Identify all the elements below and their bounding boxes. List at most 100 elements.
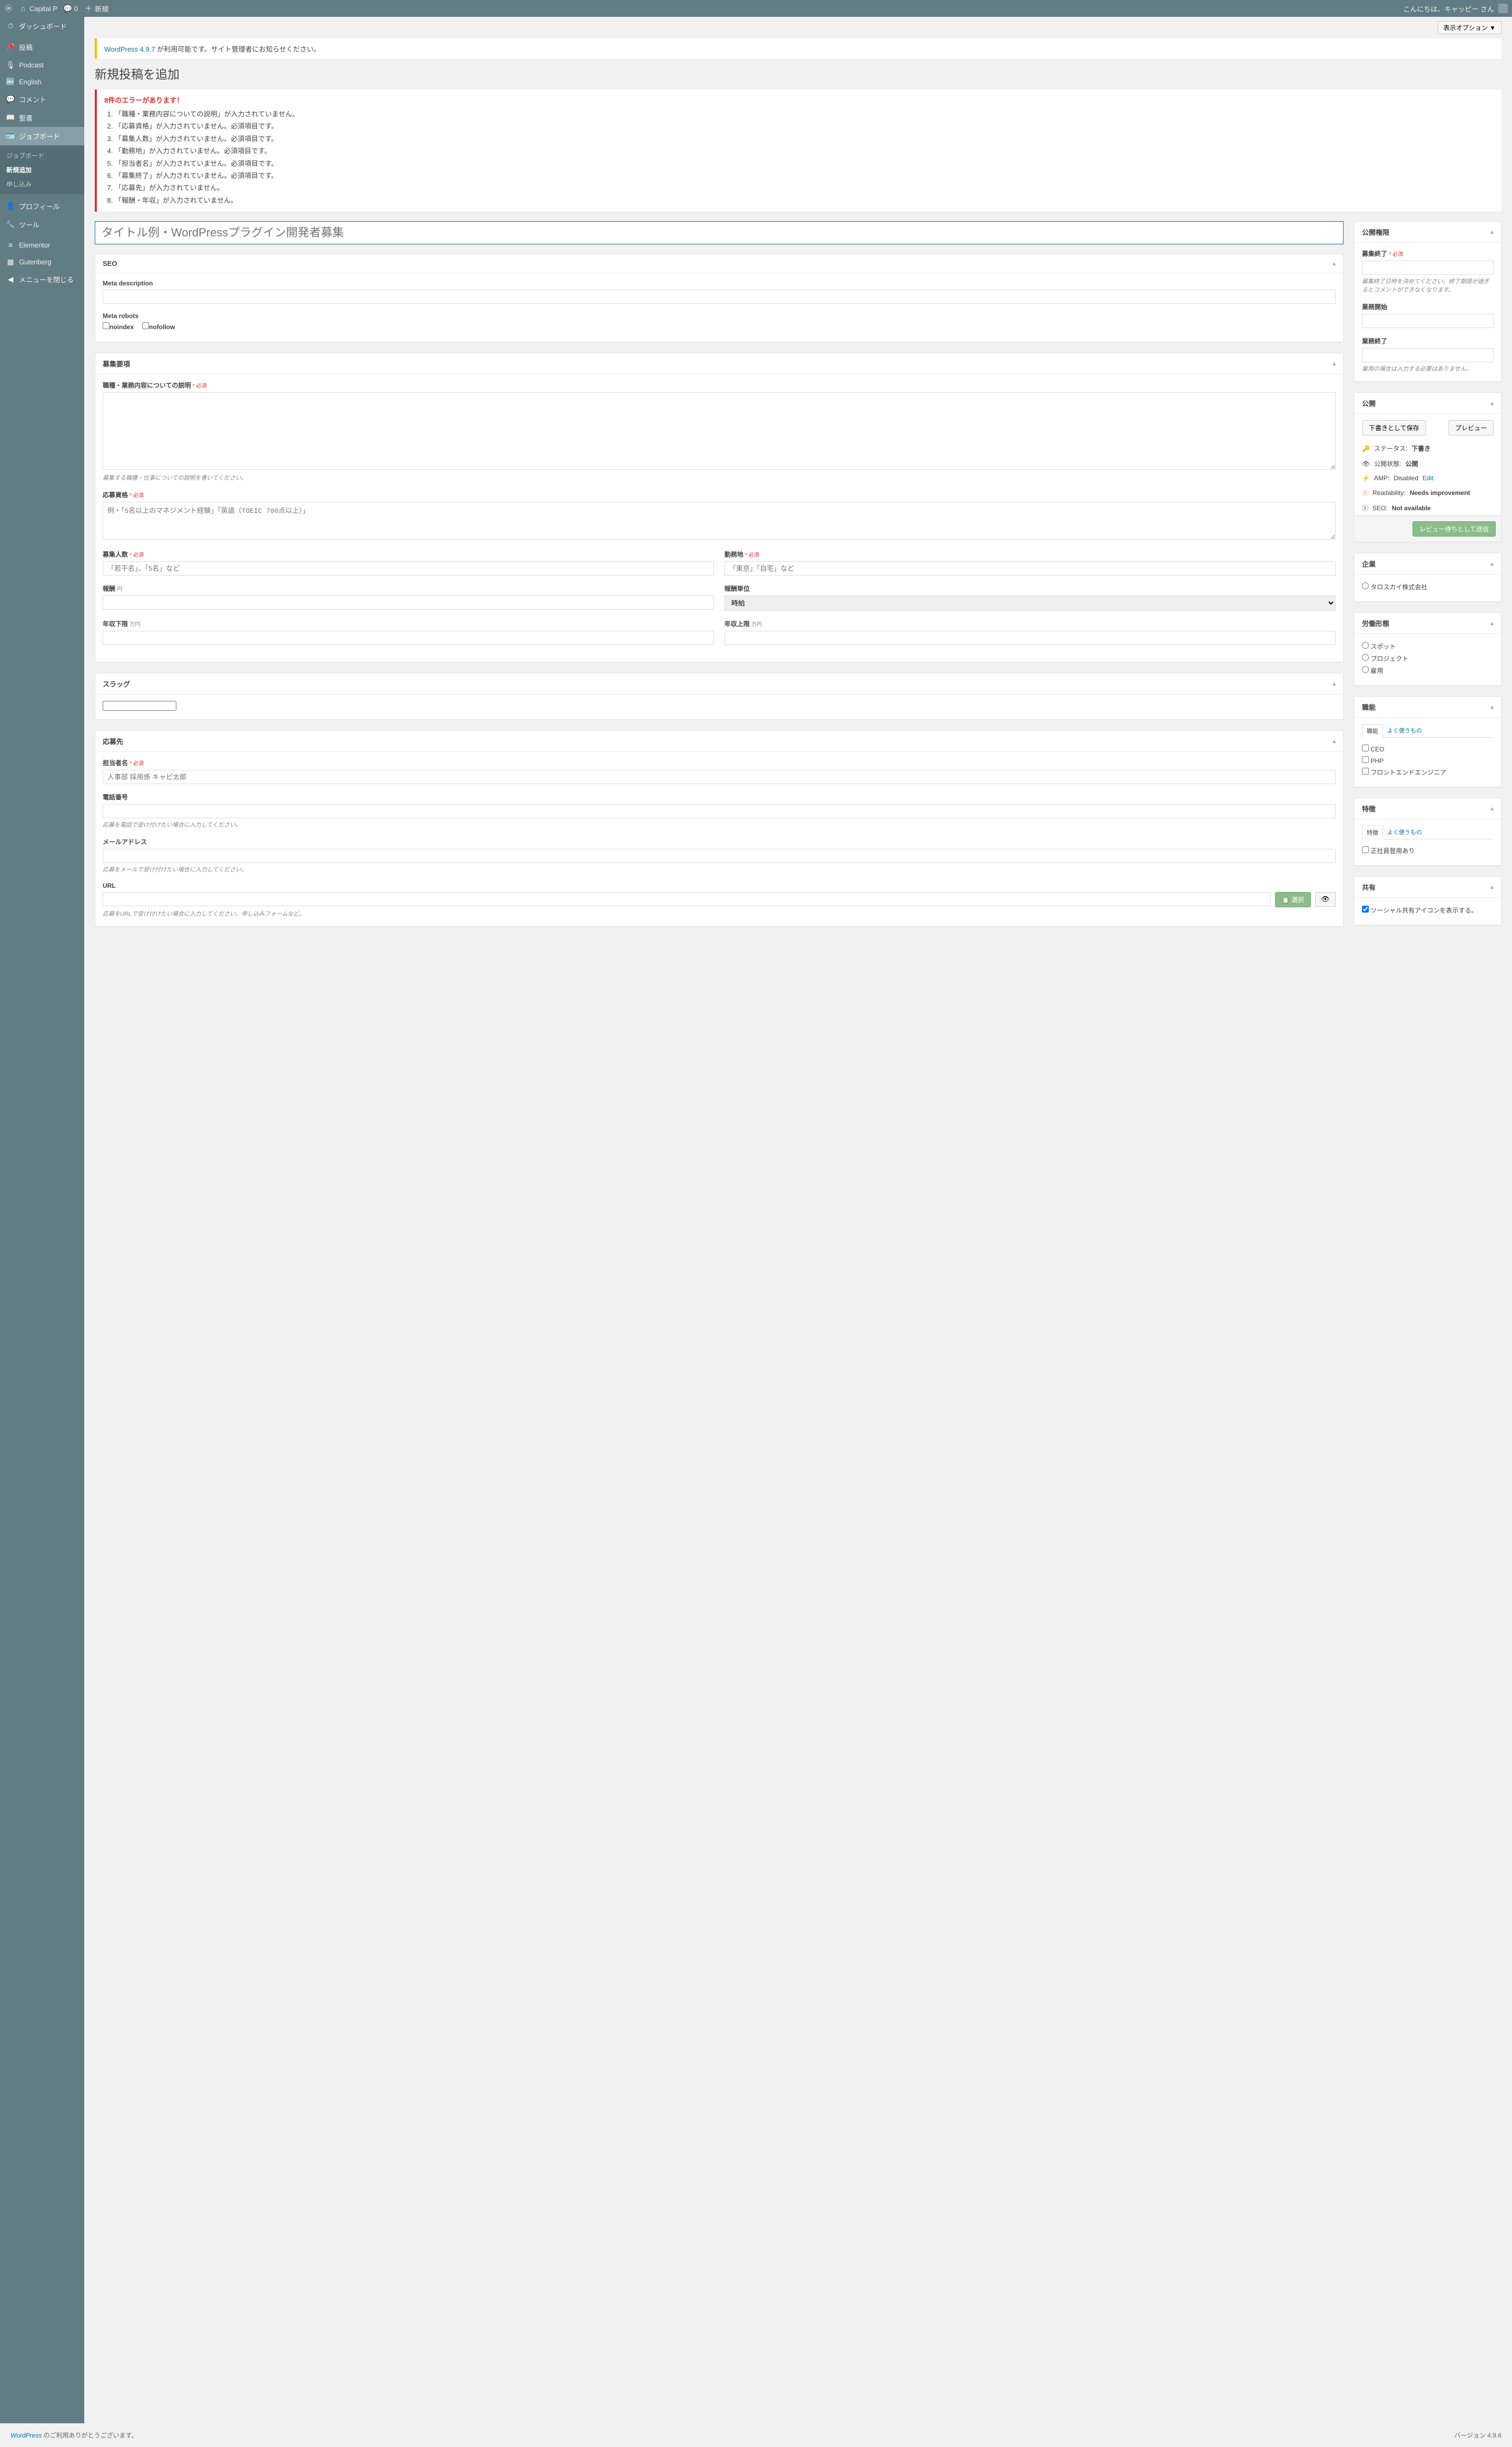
apply-heading[interactable]: 応募先▴ (95, 731, 1343, 752)
recruit-box: 募集要項▴ 職種・業務内容についての説明 * 必須 募集する職種・仕事についての… (95, 353, 1344, 662)
perm-heading[interactable]: 公開権限▴ (1355, 222, 1501, 243)
company-option[interactable]: タロスカイ株式会社 (1362, 581, 1494, 593)
location-input[interactable] (724, 561, 1336, 576)
role-option[interactable]: CEO (1362, 743, 1494, 755)
worktype-option[interactable]: プロジェクト (1362, 652, 1494, 665)
url-help: 応募をURLで受け付けたい場合に入力してください。申し込みフォームなど。 (103, 909, 1336, 918)
submenu-new[interactable]: 新規追加 (0, 163, 84, 177)
nofollow-checkbox[interactable] (142, 322, 149, 329)
tel-input[interactable] (103, 804, 1336, 818)
email-help: 応募をメールで受け付けたい場合に入力してください。 (103, 865, 1336, 874)
feature-option[interactable]: 正社員登用あり (1362, 845, 1494, 857)
role-option[interactable]: PHP (1362, 755, 1494, 766)
plus-icon: ＋ (84, 4, 93, 13)
amp-row: ⚡AMP:Disabled Edit (1362, 471, 1494, 485)
recruit-heading[interactable]: 募集要項▴ (95, 353, 1343, 374)
save-draft-button[interactable]: 下書きとして保存 (1362, 420, 1426, 435)
qual-textarea[interactable] (103, 502, 1336, 540)
chevron-up-icon: ▴ (1332, 260, 1336, 267)
submit-review-button[interactable]: レビュー待ちとして送信 (1412, 521, 1496, 537)
worktype-option[interactable]: 雇用 (1362, 665, 1494, 677)
share-option[interactable]: ソーシャル共有アイコンを表示する。 (1362, 904, 1494, 916)
menu-dashboard[interactable]: ⏱ダッシュボード (0, 17, 84, 35)
clipboard-icon: 📋 (1282, 896, 1290, 904)
menu-tools[interactable]: 🔧ツール (0, 215, 84, 234)
menu-collapse[interactable]: ◀メニューを閉じる (0, 270, 84, 289)
publish-heading[interactable]: 公開▴ (1355, 393, 1501, 414)
end-input[interactable] (1362, 261, 1494, 275)
amp-icon: ⚡ (1362, 474, 1370, 482)
share-heading[interactable]: 共有▴ (1355, 877, 1501, 898)
menu-jobboard[interactable]: 🪪ジョブボード (0, 127, 84, 145)
role-heading[interactable]: 職能▴ (1355, 697, 1501, 718)
company-heading[interactable]: 企業▴ (1355, 553, 1501, 574)
role-option[interactable]: フロントエンドエンジニア (1362, 766, 1494, 778)
menu-podcast[interactable]: 🎙Podcast (0, 56, 84, 73)
seo-row: ⓨSEO:Not available (1362, 500, 1494, 516)
wordpress-link[interactable]: WordPress (11, 2432, 42, 2439)
update-link[interactable]: WordPress 4.9.7 (104, 45, 155, 53)
feature-tab-popular[interactable]: よく使うもの (1383, 826, 1426, 839)
url-input[interactable] (103, 892, 1271, 906)
start-input[interactable] (1362, 314, 1494, 328)
menu-english[interactable]: 🔤English (0, 73, 84, 90)
screen-options-button[interactable]: 表示オプション ▼ (1438, 21, 1501, 34)
email-input[interactable] (103, 849, 1336, 863)
slug-box: スラッグ▴ (95, 673, 1344, 720)
nofollow-checkbox-label[interactable]: nofollow (142, 322, 175, 331)
feature-heading[interactable]: 特徴▴ (1355, 798, 1501, 819)
qual-label: 応募資格 * 必須 (103, 490, 1336, 499)
menu-comments[interactable]: 💬コメント (0, 90, 84, 108)
menu-bible[interactable]: 📖聖書 (0, 108, 84, 127)
new-link[interactable]: ＋新規 (84, 4, 108, 14)
count-input[interactable] (103, 561, 714, 576)
end-label: 募集終了 * 必須 (1362, 249, 1494, 258)
job-desc-textarea[interactable] (103, 392, 1336, 470)
url-select-button[interactable]: 📋 選択 (1275, 892, 1311, 907)
chevron-up-icon: ▴ (1490, 229, 1494, 235)
slug-input[interactable] (103, 701, 176, 711)
menu-elementor[interactable]: ≡Elementor (0, 236, 84, 253)
reward-type-select[interactable]: 時給 (724, 596, 1336, 611)
site-link[interactable]: ⌂Capital P (19, 4, 57, 13)
post-title-input[interactable] (95, 221, 1344, 244)
avatar[interactable] (1498, 4, 1508, 13)
salary-max-input[interactable] (724, 631, 1336, 645)
url-preview-button[interactable]: 👁 (1315, 892, 1336, 907)
amp-edit-link[interactable]: Edit (1423, 474, 1434, 482)
salary-min-input[interactable] (103, 631, 714, 645)
worktype-option[interactable]: スポット (1362, 640, 1494, 652)
finish-help: 雇用の場合は入力する必要はありません。 (1362, 364, 1494, 373)
role-tab-popular[interactable]: よく使うもの (1383, 724, 1426, 737)
slug-heading[interactable]: スラッグ▴ (95, 673, 1343, 695)
elementor-icon: ≡ (6, 241, 15, 249)
wp-logo[interactable]: ⓦ (4, 4, 13, 13)
wordpress-icon: ⓦ (4, 4, 13, 13)
worktype-heading[interactable]: 労働形態▴ (1355, 613, 1501, 634)
role-tab-all[interactable]: 職能 (1362, 724, 1383, 738)
readability-row: ⓨReadability:Needs improvement (1362, 485, 1494, 500)
feature-tab-all[interactable]: 特徴 (1362, 826, 1383, 839)
dashboard-icon: ⏱ (6, 22, 15, 31)
end-help: 募集終了日時を決めてください。終了期限が過ぎるとコメントができなくなります。 (1362, 277, 1494, 294)
reward-input[interactable] (103, 596, 714, 610)
menu-profile[interactable]: 👤プロフィール (0, 197, 84, 215)
meta-desc-input[interactable] (103, 290, 1336, 304)
error-heading: 8件のエラーがあります！ (104, 95, 1494, 105)
comments-link[interactable]: 💬0 (64, 4, 78, 13)
submenu-apply[interactable]: 申し込み (0, 177, 84, 191)
chevron-up-icon: ▴ (1332, 738, 1336, 745)
person-input[interactable] (103, 770, 1336, 784)
publish-box: 公開▴ 下書きとして保存 プレビュー 🔑ステータス:下書き 👁公開状態:公開 ⚡… (1354, 392, 1501, 542)
noindex-checkbox[interactable] (103, 322, 110, 329)
feature-box: 特徴▴ 特徴 よく使うもの 正社員登用あり (1354, 798, 1501, 866)
error-item: 「職種・業務内容についての説明」が入力されていません。 (115, 108, 1494, 120)
submenu-list[interactable]: ジョブボード (0, 148, 84, 163)
menu-posts[interactable]: 📌投稿 (0, 38, 84, 56)
preview-button[interactable]: プレビュー (1448, 420, 1494, 435)
admin-bar: ⓦ ⌂Capital P 💬0 ＋新規 こんにちは、キャッピー さん (0, 0, 1512, 17)
seo-heading[interactable]: SEO▴ (95, 254, 1343, 273)
finish-input[interactable] (1362, 348, 1494, 362)
menu-gutenberg[interactable]: ▦Gutenberg (0, 253, 84, 270)
noindex-checkbox-label[interactable]: noindex (103, 322, 134, 331)
